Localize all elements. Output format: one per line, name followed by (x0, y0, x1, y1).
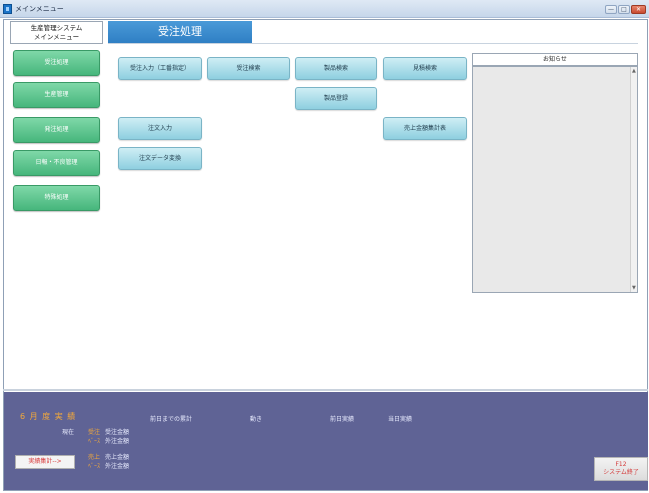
system-name: 生産管理システム (30, 24, 83, 32)
window-title: メインメニュー (15, 5, 64, 13)
order-data-convert-button[interactable]: 注文データ変換 (118, 147, 202, 170)
close-button[interactable]: ✕ (631, 5, 646, 14)
row-label: 外注金額 (105, 463, 130, 470)
news-title: お知らせ (472, 53, 638, 66)
sidebar-item-order-processing[interactable]: 受注処理 (13, 50, 100, 76)
results-panel (4, 392, 648, 490)
app-icon (3, 4, 12, 14)
sidebar-item-special-processing[interactable]: 特殊処理 (13, 185, 100, 211)
current-label: 現在 (62, 429, 75, 436)
order-input-kouban-button[interactable]: 受注入力（工番指定） (118, 57, 202, 80)
maximize-button[interactable]: □ (618, 5, 630, 14)
title-bar: メインメニュー — □ ✕ (0, 0, 649, 18)
month-results-title: 6 月 度 実 績 (20, 412, 77, 421)
estimate-search-button[interactable]: 見積検索 (383, 57, 467, 80)
sidebar-item-production-management[interactable]: 生産管理 (13, 82, 100, 108)
news-panel: ▲ ▼ (472, 66, 638, 293)
exit-key-label: F12 (615, 461, 627, 468)
row-label: 売上金額 (105, 454, 130, 461)
order-search-button[interactable]: 受注検索 (207, 57, 290, 80)
col-prev-total: 前日までの累計 (150, 416, 193, 423)
bottom-divider (3, 389, 648, 391)
exit-label: システム終了 (603, 469, 639, 476)
col-movement: 動き (250, 416, 263, 423)
row-kind: ﾍﾞｰｽ (88, 463, 101, 470)
row-kind: ﾍﾞｰｽ (88, 438, 101, 445)
results-summary-button[interactable]: 実績集計--> (15, 455, 75, 469)
minimize-button[interactable]: — (605, 5, 617, 14)
scroll-down-icon[interactable]: ▼ (632, 285, 636, 291)
row-kind: 受注 (88, 429, 101, 436)
scroll-up-icon[interactable]: ▲ (632, 68, 636, 74)
product-search-button[interactable]: 製品検索 (295, 57, 377, 80)
heading-divider (108, 43, 638, 44)
row-label: 外注金額 (105, 438, 130, 445)
row-label: 受注金額 (105, 429, 130, 436)
page-title: 受注処理 (108, 21, 252, 43)
sidebar-item-daily-defect-management[interactable]: 日報・不良管理 (13, 150, 100, 176)
menu-header: 生産管理システム メインメニュー (10, 21, 103, 44)
row-kind: 売上 (88, 454, 101, 461)
col-today: 当日実績 (388, 416, 413, 423)
menu-name: メインメニュー (33, 33, 80, 41)
system-exit-button[interactable]: F12 システム終了 (594, 457, 648, 481)
sales-summary-button[interactable]: 売上金額集計表 (383, 117, 467, 140)
col-prev-day: 前日実績 (330, 416, 355, 423)
news-scrollbar[interactable]: ▲ ▼ (630, 67, 637, 292)
product-register-button[interactable]: 製品登録 (295, 87, 377, 110)
order-entry-button[interactable]: 注文入力 (118, 117, 202, 140)
sidebar-item-purchase-processing[interactable]: 発注処理 (13, 117, 100, 143)
